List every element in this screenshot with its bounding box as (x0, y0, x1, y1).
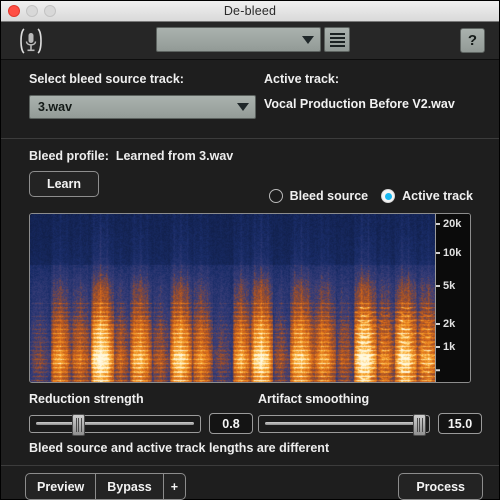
reduction-strength-value[interactable]: 0.8 (209, 413, 253, 434)
hamburger-menu-icon (329, 36, 345, 39)
microphone-icon (20, 27, 42, 54)
spectrogram-display[interactable] (30, 214, 435, 382)
plugin-window: De-bleed ? Select bleed source track: 3.… (0, 0, 500, 500)
bottom-bar: Preview Bypass + Process (1, 466, 499, 500)
toolbar: ? (1, 22, 499, 60)
bleed-profile-line: Bleed profile: Learned from 3.wav (29, 149, 499, 163)
bleed-profile-section: Bleed profile: Learned from 3.wav Learn … (1, 139, 499, 209)
freq-tick-1k: 1k (436, 341, 455, 353)
minimize-button[interactable] (26, 5, 38, 17)
learn-button-label: Learn (46, 177, 82, 191)
artifact-smoothing-slider[interactable] (258, 413, 430, 436)
freq-tick-10k: 10k (436, 247, 461, 259)
bypass-button[interactable]: Bypass (96, 473, 164, 500)
bleed-profile-value: Learned from 3.wav (115, 149, 234, 163)
artifact-smoothing-label: Artifact smoothing (258, 392, 370, 406)
bleed-source-label: Select bleed source track: (29, 72, 184, 86)
active-track-column: Active track: Vocal Production Before V2… (264, 72, 499, 119)
reduction-strength-slider[interactable] (29, 413, 201, 436)
freq-tick-minor (436, 369, 440, 371)
bleed-profile-label: Bleed profile: (29, 149, 109, 163)
add-button-label: + (170, 479, 179, 494)
radio-bleed-source[interactable]: Bleed source (268, 189, 369, 203)
preset-dropdown[interactable] (156, 27, 321, 52)
hamburger-menu-icon (329, 32, 345, 35)
hamburger-menu-icon (329, 40, 345, 43)
preset-menu-button[interactable] (324, 27, 350, 52)
close-button[interactable] (8, 5, 20, 17)
frequency-axis: 20k 10k 5k 2k 1k (435, 214, 470, 382)
chevron-down-icon (237, 103, 249, 111)
parameter-sliders: Reduction strength 0.8 Artifact smoothin… (1, 383, 499, 436)
process-button[interactable]: Process (398, 473, 483, 500)
help-icon: ? (467, 32, 478, 49)
window-title: De-bleed (223, 4, 277, 18)
maximize-button[interactable] (44, 5, 56, 17)
spectrogram-panel[interactable]: 20k 10k 5k 2k 1k (29, 213, 471, 383)
reduction-strength-label: Reduction strength (29, 392, 144, 406)
add-button[interactable]: + (163, 473, 187, 500)
active-track-label: Active track: (264, 72, 340, 86)
hamburger-menu-icon (329, 44, 345, 47)
bleed-source-value: 3.wav (38, 100, 73, 114)
artifact-smoothing-value[interactable]: 15.0 (438, 413, 482, 434)
preview-button[interactable]: Preview (25, 473, 97, 500)
display-source-radio-group: Bleed source Active track (268, 189, 473, 203)
radio-active-track-label: Active track (402, 189, 473, 203)
transport-button-group: Preview Bypass + (25, 473, 187, 500)
slider-thumb[interactable] (412, 413, 426, 436)
title-bar: De-bleed (1, 1, 499, 22)
track-selection-section: Select bleed source track: 3.wav Active … (1, 60, 499, 138)
process-button-label: Process (416, 479, 465, 494)
bypass-button-label: Bypass (107, 479, 152, 494)
freq-tick-5k: 5k (436, 280, 455, 292)
active-track-value: Vocal Production Before V2.wav (264, 97, 455, 111)
chevron-down-icon (302, 35, 314, 44)
bleed-source-dropdown[interactable]: 3.wav (29, 95, 256, 119)
radio-icon-selected (381, 189, 396, 203)
freq-tick-2k: 2k (436, 318, 455, 330)
window-controls (8, 5, 56, 17)
preview-button-label: Preview (37, 479, 85, 494)
preset-controls (156, 27, 350, 52)
radio-bleed-source-label: Bleed source (289, 189, 369, 203)
slider-thumb[interactable] (71, 413, 85, 436)
bleed-source-column: Select bleed source track: 3.wav (29, 72, 264, 119)
learn-button[interactable]: Learn (29, 171, 99, 197)
reduction-strength-group: Reduction strength 0.8 (29, 392, 258, 436)
radio-active-track[interactable]: Active track (381, 189, 473, 203)
artifact-smoothing-group: Artifact smoothing 15.0 (258, 392, 487, 436)
freq-tick-20k: 20k (436, 218, 461, 230)
radio-icon (268, 189, 283, 203)
status-message: Bleed source and active track lengths ar… (29, 441, 330, 455)
help-button[interactable]: ? (460, 28, 485, 53)
